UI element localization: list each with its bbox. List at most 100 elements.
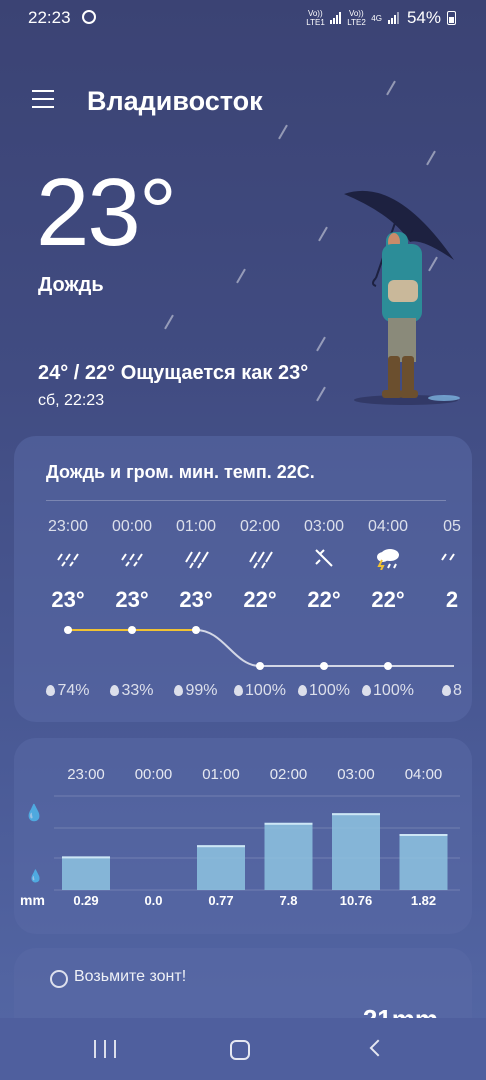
sim2-label: Vo)) LTE2 bbox=[347, 9, 366, 27]
divider bbox=[46, 500, 446, 501]
recent-apps-button[interactable] bbox=[94, 1040, 116, 1058]
temp-point bbox=[128, 626, 136, 634]
hour-humidity: 33% bbox=[100, 682, 164, 700]
bar-category-label: 03:00 bbox=[337, 766, 375, 783]
precipitation-bar-chart: 💧 💧 mm 23:00 0.29 00:00 0.0 01:00 0.77 02:00 7.8 03… bbox=[20, 766, 460, 908]
humidity-value: 100% bbox=[245, 682, 286, 699]
current-datetime: сб, 22:23 bbox=[38, 392, 105, 409]
hour-temp: 23° bbox=[115, 587, 149, 612]
light-drop-icon: 💧 bbox=[28, 869, 43, 883]
hour-time: 05 bbox=[443, 518, 461, 535]
hour-humidity: 100% bbox=[292, 682, 356, 700]
unit-label: mm bbox=[20, 892, 45, 908]
battery-percent: 54% bbox=[406, 8, 441, 27]
precip-bar bbox=[332, 813, 380, 890]
home-button[interactable] bbox=[230, 1040, 250, 1060]
sim1-label: Vo)) LTE1 bbox=[306, 9, 325, 27]
network-type-label: 4G bbox=[371, 13, 382, 23]
hour-temp: 22° bbox=[371, 587, 405, 612]
current-condition: Дождь bbox=[38, 274, 104, 296]
rain-streak bbox=[426, 150, 436, 166]
heavy-drop-icon: 💧 bbox=[24, 803, 44, 822]
rain-icon bbox=[441, 553, 455, 561]
hourly-summary: Дождь и гром. мин. темп. 22С. bbox=[46, 462, 315, 482]
hour-humidity: 99% bbox=[164, 682, 228, 700]
umbrella-advice-text: Возьмите зонт! bbox=[74, 968, 187, 985]
humidity-value: 99% bbox=[185, 682, 218, 699]
hour-humidity: 100% bbox=[356, 682, 420, 700]
precip-bar-top bbox=[62, 856, 110, 859]
precip-bar bbox=[264, 822, 313, 890]
hour-temp: 2 bbox=[445, 587, 459, 612]
hour-temp: 23° bbox=[179, 587, 213, 612]
system-nav-bar bbox=[0, 1018, 486, 1080]
hour-column: 23:00 23° bbox=[36, 518, 100, 613]
rain-streak bbox=[164, 314, 174, 330]
drop-icon bbox=[110, 685, 120, 696]
rain-streak bbox=[278, 124, 288, 140]
precip-bar-top bbox=[399, 834, 448, 836]
feels-like-text: 24° / 22° Ощущается как 23° bbox=[38, 362, 309, 384]
drop-icon bbox=[362, 685, 372, 696]
hour-column: 04:00 22° bbox=[356, 518, 420, 613]
umbrella-advice-icon bbox=[50, 970, 68, 988]
temp-point bbox=[192, 626, 200, 634]
precip-bar bbox=[197, 845, 245, 890]
battery-icon bbox=[447, 11, 456, 25]
bar-value-label: 7.8 bbox=[279, 893, 297, 908]
hour-humidity: 8 bbox=[420, 682, 472, 700]
hour-column: 02:00 22° bbox=[228, 518, 292, 613]
bar-category-label: 01:00 bbox=[202, 766, 240, 783]
status-time: 22:23 bbox=[28, 8, 71, 27]
hour-temp: 23° bbox=[51, 587, 85, 612]
rain-streak bbox=[316, 336, 326, 352]
precipitation-card[interactable]: 💧 💧 mm 23:00 0.29 00:00 0.0 01:00 0.77 02:00 7.8 03… bbox=[14, 738, 472, 934]
bar-value-label: 0.77 bbox=[208, 893, 233, 908]
signal-1-icon bbox=[330, 12, 342, 24]
bar-category-label: 04:00 bbox=[405, 766, 443, 783]
temperature-line-chart bbox=[64, 626, 454, 670]
drop-icon bbox=[234, 685, 244, 696]
temp-point bbox=[256, 662, 264, 670]
precip-bar-top bbox=[332, 813, 380, 816]
humidity-value: 74% bbox=[57, 682, 90, 699]
hourly-forecast-card[interactable]: Дождь и гром. мин. темп. 22С. 23:00 23° … bbox=[14, 436, 472, 722]
temp-point bbox=[384, 662, 392, 670]
hour-time: 00:00 bbox=[111, 518, 153, 535]
humidity-value: 100% bbox=[309, 682, 350, 699]
bar-value-label: 1.82 bbox=[411, 893, 436, 908]
heavy-rain-icon bbox=[185, 551, 209, 569]
precip-bar bbox=[399, 834, 448, 890]
menu-icon[interactable] bbox=[32, 90, 54, 110]
status-bar: 22:23 Vo)) LTE1 Vo)) LTE2 4G 54% bbox=[0, 0, 486, 36]
rain-streak bbox=[318, 226, 328, 242]
rain-streak bbox=[316, 386, 326, 402]
back-button[interactable] bbox=[369, 1039, 387, 1057]
drop-icon bbox=[442, 685, 452, 696]
hour-column: 05 2 bbox=[420, 518, 472, 613]
hour-time: 23:00 bbox=[47, 518, 89, 535]
drop-icon bbox=[46, 685, 56, 696]
bar-value-label: 0.0 bbox=[144, 893, 162, 908]
rain-icon bbox=[57, 553, 79, 567]
temp-line-curve bbox=[195, 629, 454, 667]
humidity-value: 33% bbox=[121, 682, 154, 699]
signal-2-icon bbox=[387, 12, 399, 24]
storm-rain-icon bbox=[315, 549, 333, 567]
rain-streak bbox=[236, 268, 246, 284]
hour-time: 01:00 bbox=[175, 518, 217, 535]
hour-column: 03:00 22° bbox=[292, 518, 356, 613]
heavy-rain-icon bbox=[249, 551, 273, 569]
city-title[interactable]: Владивосток bbox=[87, 86, 263, 117]
precip-bar-top bbox=[197, 845, 245, 848]
temp-point bbox=[320, 662, 328, 670]
hour-time: 04:00 bbox=[367, 518, 409, 535]
humidity-value: 8 bbox=[453, 682, 462, 699]
drop-icon bbox=[174, 685, 184, 696]
hour-temp: 22° bbox=[307, 587, 341, 612]
drop-icon bbox=[298, 685, 308, 696]
hour-humidity: 100% bbox=[228, 682, 292, 700]
humidity-value: 100% bbox=[373, 682, 414, 699]
precip-bar bbox=[62, 856, 110, 890]
hour-time: 02:00 bbox=[239, 518, 281, 535]
